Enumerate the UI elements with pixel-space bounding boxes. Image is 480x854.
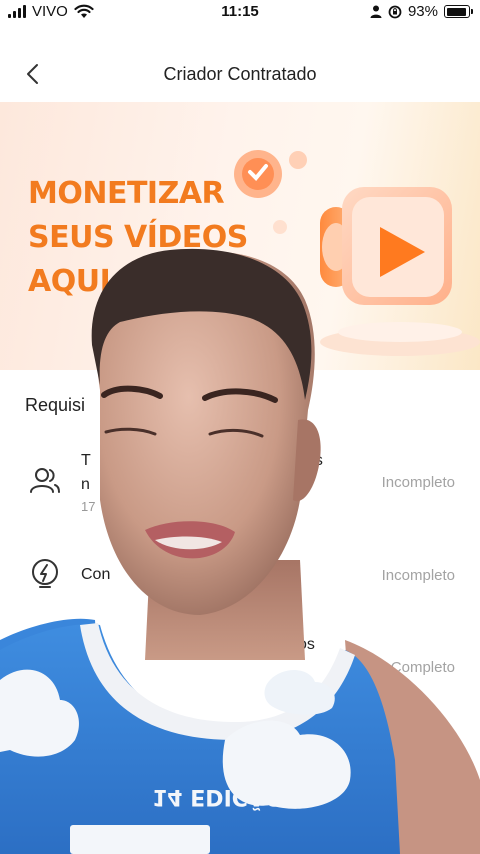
shirt-text: 14 EDIÇÃO bbox=[152, 784, 284, 810]
banner-line-1: MONETIZAR bbox=[28, 176, 225, 211]
promo-banner: MONETIZAR SEUS VÍDEOS AQUI bbox=[0, 102, 480, 370]
rotation-lock-icon bbox=[388, 5, 402, 18]
requirement-label-line2: n bbox=[81, 476, 90, 493]
users-icon bbox=[30, 468, 60, 493]
nav-bar: Criador Contratado bbox=[0, 44, 480, 104]
requirement-item[interactable]: Con Incompleto bbox=[0, 545, 480, 625]
status-bar: VIVO 11:15 93% bbox=[0, 0, 480, 24]
status-label: Incompleto bbox=[381, 474, 455, 491]
requirements-title: Requisi bbox=[25, 395, 86, 415]
status-label: Completo bbox=[390, 659, 455, 676]
banner-line-3: AQUI bbox=[28, 264, 111, 299]
lightning-icon bbox=[32, 559, 58, 588]
banner-headline: MONETIZAR SEUS VÍDEOS AQUI bbox=[28, 172, 248, 304]
status-right: 93% bbox=[370, 3, 473, 20]
video-camera-illustration bbox=[234, 150, 480, 356]
status-label: Incompleto bbox=[381, 567, 455, 584]
page-title: Criador Contratado bbox=[163, 64, 317, 84]
requirement-item[interactable]: T es n 17 Incompleto bbox=[0, 448, 480, 528]
requirement-label: T bbox=[81, 452, 91, 469]
requirement-label-end: es bbox=[306, 452, 323, 469]
requirement-progress: 17 bbox=[81, 499, 96, 514]
battery-icon bbox=[444, 5, 473, 18]
battery-percent: 93% bbox=[407, 3, 438, 20]
person-icon bbox=[370, 5, 382, 18]
requirement-label: blicos bbox=[274, 636, 315, 653]
banner-line-2: SEUS VÍDEOS bbox=[28, 220, 248, 255]
battery-fill bbox=[446, 7, 467, 16]
requirement-item[interactable]: blicos Completo bbox=[0, 630, 480, 710]
requirement-label: Con bbox=[81, 566, 111, 583]
